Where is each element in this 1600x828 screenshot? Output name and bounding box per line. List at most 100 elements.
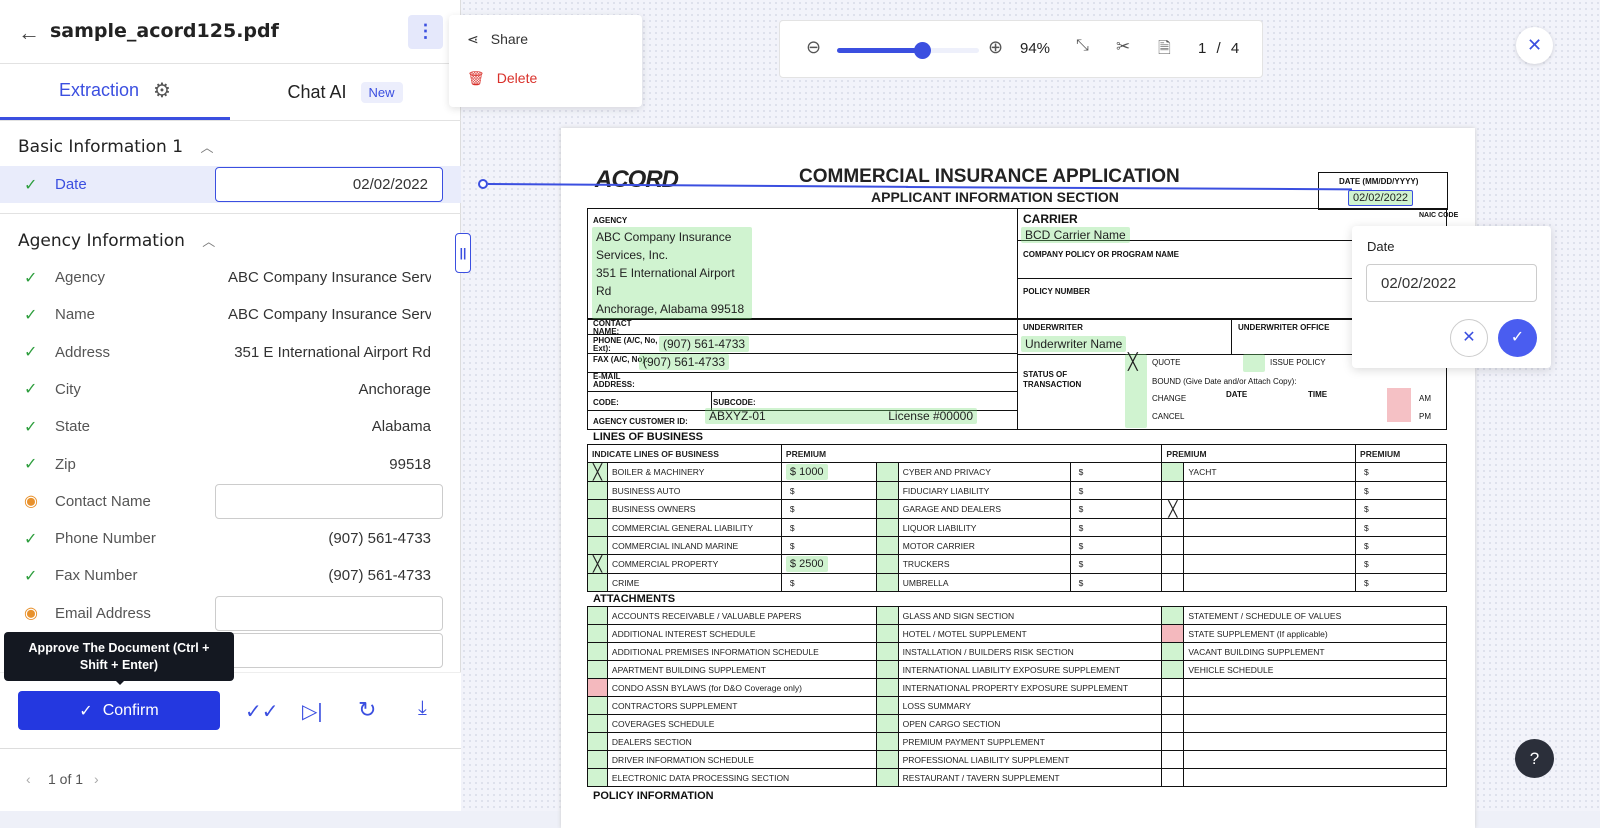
checkbox[interactable] bbox=[1161, 732, 1185, 751]
tab-extraction[interactable]: Extraction ⚙ bbox=[0, 64, 230, 120]
field-value[interactable]: (907) 561-4733 bbox=[328, 530, 431, 547]
field-value[interactable]: ABC Company Insurance Services, Inc. bbox=[228, 306, 431, 323]
checkbox[interactable] bbox=[1161, 606, 1185, 625]
field-value[interactable]: ABC Company Insurance Services, Inc. bbox=[228, 269, 431, 286]
panel-resize-handle[interactable]: || bbox=[455, 233, 471, 273]
field-input[interactable] bbox=[215, 595, 443, 631]
help-button[interactable]: ? bbox=[1515, 739, 1554, 778]
fit-icon[interactable]: ⤡ bbox=[1076, 37, 1089, 55]
field-row-city[interactable]: ✓ City Anchorage bbox=[0, 371, 461, 408]
checkbox[interactable] bbox=[587, 573, 608, 592]
prev-page-icon[interactable]: ‹ bbox=[26, 771, 31, 787]
doc-date[interactable]: 02/02/2022 bbox=[1348, 190, 1414, 206]
checkbox[interactable] bbox=[1161, 660, 1185, 679]
field-value[interactable]: 99518 bbox=[389, 456, 431, 473]
checkbox[interactable] bbox=[587, 624, 608, 643]
checkbox[interactable] bbox=[875, 536, 899, 555]
accept-edit-button[interactable]: ✓ bbox=[1498, 319, 1537, 357]
field-input[interactable] bbox=[215, 483, 443, 519]
checkbox[interactable] bbox=[587, 750, 608, 769]
checkbox[interactable] bbox=[1161, 750, 1185, 769]
chevron-up-icon[interactable]: ︿ bbox=[200, 141, 213, 156]
checkbox[interactable] bbox=[1161, 624, 1185, 643]
checkbox[interactable] bbox=[587, 606, 608, 625]
field-row-email-address[interactable]: ◉ Email Address bbox=[0, 595, 461, 632]
checkbox[interactable] bbox=[1161, 573, 1185, 592]
checkbox[interactable]: ╳ bbox=[1161, 499, 1185, 519]
checkbox[interactable] bbox=[875, 660, 899, 679]
doc-phone[interactable]: (907) 561-4733 bbox=[659, 336, 750, 352]
checkbox[interactable] bbox=[875, 462, 899, 482]
checkbox[interactable] bbox=[587, 714, 608, 733]
download-icon[interactable]: ⤓ bbox=[418, 697, 427, 720]
menu-item-share[interactable]: ⋖ Share bbox=[467, 31, 528, 48]
field-row-state[interactable]: ✓ State Alabama bbox=[0, 408, 461, 445]
checkbox[interactable] bbox=[875, 481, 899, 500]
field-row-contact-name[interactable]: ◉ Contact Name bbox=[0, 483, 461, 520]
checkbox[interactable]: ╳ bbox=[587, 554, 608, 574]
checkbox[interactable] bbox=[875, 768, 899, 787]
field-row-fax-number[interactable]: ✓ Fax Number (907) 561-4733 bbox=[0, 557, 461, 594]
checkbox[interactable] bbox=[587, 678, 608, 697]
field-row-date[interactable]: ✓ Date 02/02/2022 bbox=[0, 166, 461, 203]
popover-date-input[interactable]: 02/02/2022 bbox=[1366, 264, 1537, 302]
checkbox[interactable] bbox=[875, 714, 899, 733]
checkbox[interactable] bbox=[587, 642, 608, 661]
checkbox[interactable] bbox=[587, 768, 608, 787]
next-page-icon[interactable]: › bbox=[94, 771, 99, 787]
menu-item-delete[interactable]: 🗑 Delete bbox=[467, 70, 537, 87]
doc-underwriter[interactable]: Underwriter Name bbox=[1021, 336, 1127, 352]
doc-carrier[interactable]: BCD Carrier Name bbox=[1021, 227, 1130, 243]
field-row-phone-number[interactable]: ✓ Phone Number (907) 561-4733 bbox=[0, 520, 461, 557]
field-row-zip[interactable]: ✓ Zip 99518 bbox=[0, 446, 461, 483]
gear-icon[interactable]: ⚙ bbox=[153, 78, 171, 103]
checkbox[interactable] bbox=[587, 481, 608, 500]
checkbox[interactable] bbox=[1161, 554, 1185, 574]
checkbox[interactable] bbox=[587, 499, 608, 519]
checkbox[interactable] bbox=[587, 660, 608, 679]
cancel-edit-button[interactable]: ✕ bbox=[1450, 319, 1488, 357]
confirm-button[interactable]: ✓ Confirm bbox=[18, 691, 220, 730]
tab-chat-ai[interactable]: Chat AI New bbox=[230, 64, 460, 120]
checkbox[interactable] bbox=[1161, 714, 1185, 733]
zoom-out-icon[interactable]: ⊖ bbox=[806, 37, 821, 58]
checkbox[interactable] bbox=[875, 642, 899, 661]
checkbox[interactable] bbox=[875, 499, 899, 519]
checkbox[interactable] bbox=[875, 624, 899, 643]
approve-all-icon[interactable]: ✓✓ bbox=[245, 699, 279, 724]
skip-next-icon[interactable]: ▷| bbox=[302, 699, 323, 724]
checkbox[interactable] bbox=[1161, 481, 1185, 500]
page-search-icon[interactable]: 🗎 bbox=[1158, 37, 1171, 64]
chevron-up-icon[interactable]: ︿ bbox=[202, 235, 215, 250]
checkbox[interactable] bbox=[1161, 462, 1185, 482]
checkbox[interactable] bbox=[875, 606, 899, 625]
checkbox[interactable] bbox=[587, 732, 608, 751]
agency-block[interactable]: ABC Company Insurance Services, Inc. 351 … bbox=[592, 227, 752, 319]
checkbox[interactable] bbox=[587, 696, 608, 715]
zoom-in-icon[interactable]: ⊕ bbox=[988, 37, 1003, 58]
checkbox[interactable] bbox=[1161, 696, 1185, 715]
checkbox[interactable] bbox=[875, 696, 899, 715]
refresh-icon[interactable]: ↻ bbox=[358, 697, 376, 723]
field-value[interactable]: Alabama bbox=[372, 418, 431, 435]
scissors-icon[interactable]: ✂ bbox=[1116, 37, 1130, 57]
checkbox[interactable] bbox=[875, 732, 899, 751]
field-value[interactable]: (907) 561-4733 bbox=[328, 567, 431, 584]
field-value[interactable]: Anchorage bbox=[358, 381, 431, 398]
checkbox[interactable] bbox=[1161, 768, 1185, 787]
next-field-input[interactable] bbox=[215, 633, 443, 668]
field-row-agency[interactable]: ✓ Agency ABC Company Insurance Services,… bbox=[0, 259, 461, 296]
zoom-slider-thumb[interactable] bbox=[914, 42, 932, 59]
doc-customer-id[interactable]: ABXYZ-01 License #00000 bbox=[705, 408, 977, 424]
checkbox[interactable] bbox=[1161, 518, 1185, 537]
field-row-name[interactable]: ✓ Name ABC Company Insurance Services, I… bbox=[0, 296, 461, 333]
date-input[interactable]: 02/02/2022 bbox=[215, 167, 443, 202]
checkbox[interactable] bbox=[587, 536, 608, 555]
page-indicator[interactable]: 1 / 4 bbox=[1198, 40, 1239, 57]
checkbox[interactable] bbox=[1161, 642, 1185, 661]
zoom-slider[interactable] bbox=[837, 42, 979, 59]
doc-fax[interactable]: (907) 561-4733 bbox=[639, 354, 730, 370]
checkbox[interactable]: ╳ bbox=[587, 462, 608, 482]
checkbox[interactable] bbox=[875, 554, 899, 574]
more-options-button[interactable]: ⋮ bbox=[408, 15, 443, 49]
